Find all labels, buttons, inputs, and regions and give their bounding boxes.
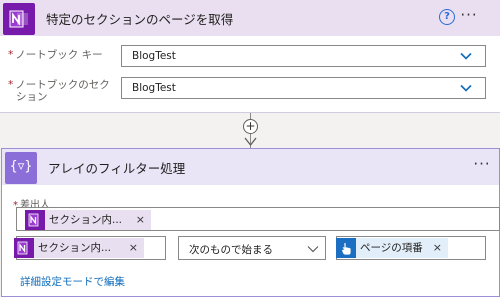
required-mark: * (8, 79, 14, 91)
action-title: アレイのフィルター処理 (48, 161, 186, 176)
notebook-section-label: * ノートブックのセク ション (8, 79, 110, 103)
close-icon[interactable]: × (433, 238, 442, 258)
chevron-down-icon (460, 52, 472, 60)
required-mark: * (8, 49, 14, 61)
arrow-down-icon (244, 137, 257, 147)
notebook-section-label-line2: ション (16, 91, 48, 103)
filter-array-action-card: {▿} アレイのフィルター処理 ··· * 差出人 セクション内... × セクシ… (1, 148, 500, 297)
notebook-key-label: * ノートブック キー (8, 49, 103, 61)
more-options-icon[interactable]: ··· (472, 157, 492, 174)
condition-operator-select[interactable]: 次のもので始まる (178, 236, 326, 260)
token-label: セクション内... (49, 214, 123, 226)
onenote-icon (3, 3, 35, 35)
dynamic-content-token[interactable]: ページの項番 × (336, 238, 448, 258)
action-header[interactable]: {▿} アレイのフィルター処理 ··· (2, 149, 499, 185)
close-icon[interactable]: × (136, 210, 145, 230)
onenote-icon (25, 210, 45, 230)
notebook-section-label-line1: ノートブックのセク (15, 79, 110, 91)
notebook-key-label-text: ノートブック キー (15, 49, 103, 61)
chevron-down-icon (307, 246, 319, 253)
action-header[interactable]: 特定のセクションのページを取得 ? ··· (0, 0, 500, 36)
notebook-key-value: BlogTest (132, 50, 176, 62)
operator-value: 次のもので始まる (189, 244, 273, 256)
dynamic-content-token[interactable]: セクション内... × (25, 210, 151, 230)
chevron-down-icon (460, 84, 472, 92)
add-step-button[interactable]: + (243, 119, 258, 134)
from-input[interactable]: セクション内... × (16, 207, 500, 231)
token-label: ページの項番 (360, 242, 423, 254)
notebook-section-value: BlogTest (132, 82, 176, 94)
hand-tap-icon (336, 238, 356, 258)
close-icon[interactable]: × (129, 238, 138, 258)
onenote-icon (14, 238, 34, 258)
get-pages-action-card: 特定のセクションのページを取得 ? ··· * ノートブック キー BlogTes… (0, 0, 500, 113)
notebook-key-select[interactable]: BlogTest (121, 45, 486, 67)
action-title: 特定のセクションのページを取得 (46, 12, 234, 27)
help-icon[interactable]: ? (439, 9, 455, 25)
notebook-section-select[interactable]: BlogTest (121, 77, 486, 99)
filter-array-icon: {▿} (5, 152, 37, 184)
token-label: セクション内... (38, 242, 112, 254)
more-options-icon[interactable]: ··· (459, 8, 479, 25)
dynamic-content-token[interactable]: セクション内... × (14, 238, 144, 258)
edit-in-advanced-mode-link[interactable]: 詳細設定モードで編集 (20, 274, 125, 289)
